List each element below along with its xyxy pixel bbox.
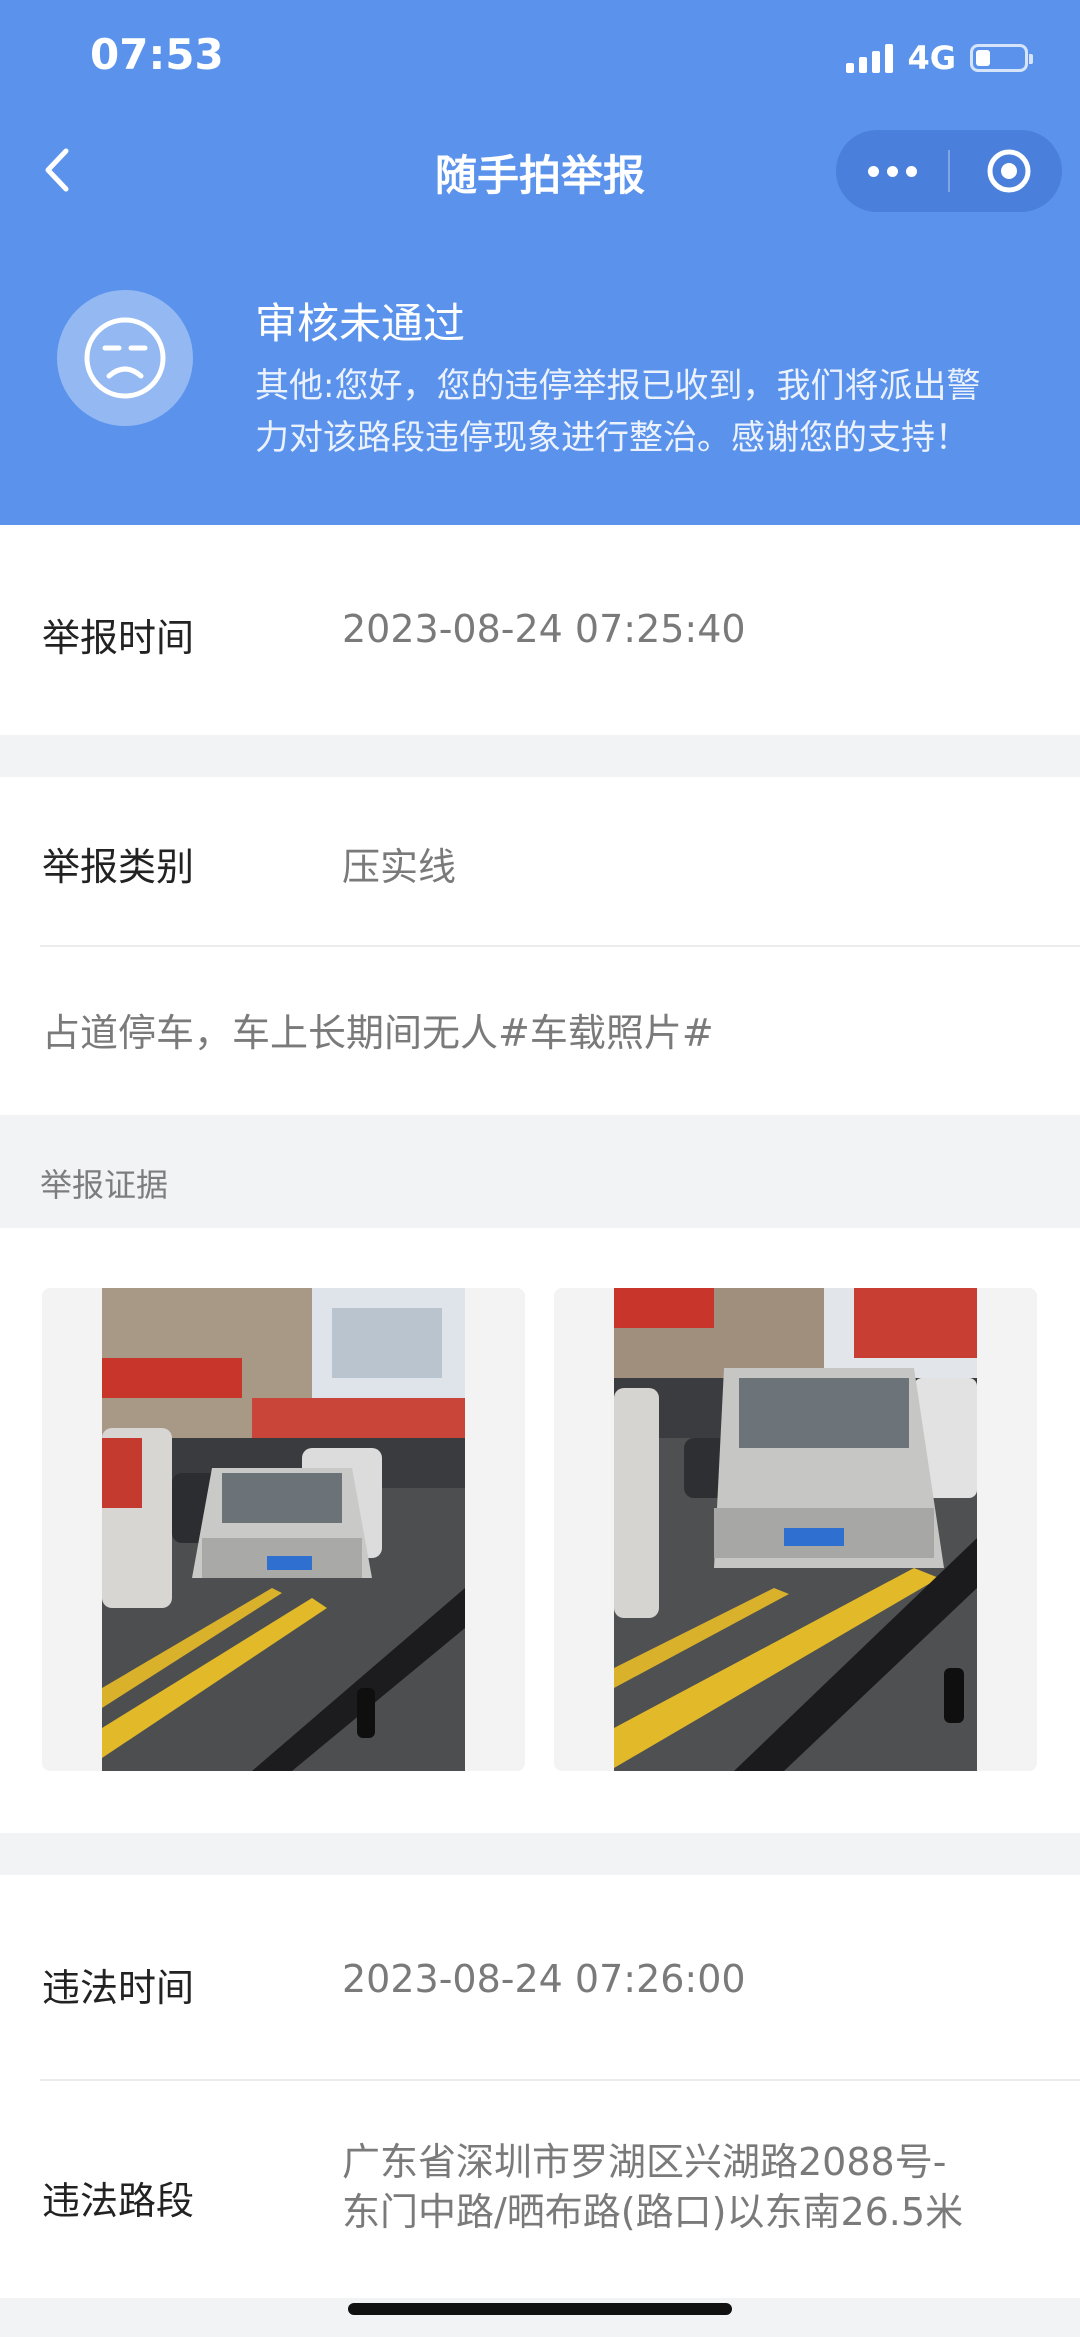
- header: 07:53 4G 随手拍举报 审核未通过 其他:您好，您的违停举报已收到，我们将…: [0, 0, 1080, 525]
- review-desc-line-2: 力对该路段违停现象进行整治。感谢您的支持！: [255, 418, 969, 458]
- more-button[interactable]: [836, 130, 948, 212]
- sad-face-icon: [57, 290, 193, 426]
- report-time-label: 举报时间: [42, 616, 195, 660]
- violation-time-value: 2023-08-24 07:26:00: [342, 1957, 746, 2001]
- review-desc-line-1: 其他:您好，您的违停举报已收到，我们将派出警: [255, 366, 981, 406]
- divider: [40, 2079, 1080, 2081]
- report-type-value: 压实线: [342, 845, 457, 889]
- violation-road-line-1: 广东省深圳市罗湖区兴湖路2088号-: [342, 2140, 947, 2184]
- status-time: 07:53: [90, 30, 224, 79]
- photo-2: [614, 1288, 977, 1771]
- status-icons: 4G: [846, 39, 1033, 77]
- violation-road-line-2: 东门中路/晒布路(路口)以东南26.5米: [342, 2190, 964, 2234]
- capsule-divider: [948, 150, 950, 192]
- mini-program-capsule: [836, 130, 1062, 212]
- battery-icon: [970, 44, 1033, 72]
- review-status-description: 其他:您好，您的违停举报已收到，我们将派出警 力对该路段违停现象进行整治。感谢您…: [255, 360, 1015, 464]
- evidence-label: 举报证据: [40, 1166, 169, 1204]
- report-time-section: 举报时间 2023-08-24 07:25:40: [0, 525, 1080, 735]
- report-time-value: 2023-08-24 07:25:40: [342, 607, 746, 651]
- report-description: 占道停车，车上长期间无人#车载照片#: [42, 1011, 714, 1055]
- violation-road-label: 违法路段: [42, 2179, 195, 2223]
- network-type: 4G: [907, 39, 956, 77]
- close-button[interactable]: [986, 148, 1032, 194]
- home-indicator[interactable]: [348, 2303, 732, 2315]
- evidence-photo-2[interactable]: [554, 1288, 1037, 1771]
- review-status-title: 审核未通过: [255, 299, 466, 348]
- signal-icon: [846, 43, 894, 73]
- violation-road-value: 广东省深圳市罗湖区兴湖路2088号- 东门中路/晒布路(路口)以东南26.5米: [342, 2137, 963, 2237]
- violation-time-label: 违法时间: [42, 1966, 195, 2010]
- photo-1: [102, 1288, 465, 1771]
- more-dots-icon: [886, 165, 898, 177]
- report-type-section: 举报类别 压实线 占道停车，车上长期间无人#车载照片#: [0, 777, 1080, 1115]
- divider: [40, 945, 1080, 947]
- report-type-label: 举报类别: [42, 845, 195, 889]
- evidence-photo-1[interactable]: [42, 1288, 525, 1771]
- violation-section: 违法时间 2023-08-24 07:26:00 违法路段 广东省深圳市罗湖区兴…: [0, 1875, 1080, 2298]
